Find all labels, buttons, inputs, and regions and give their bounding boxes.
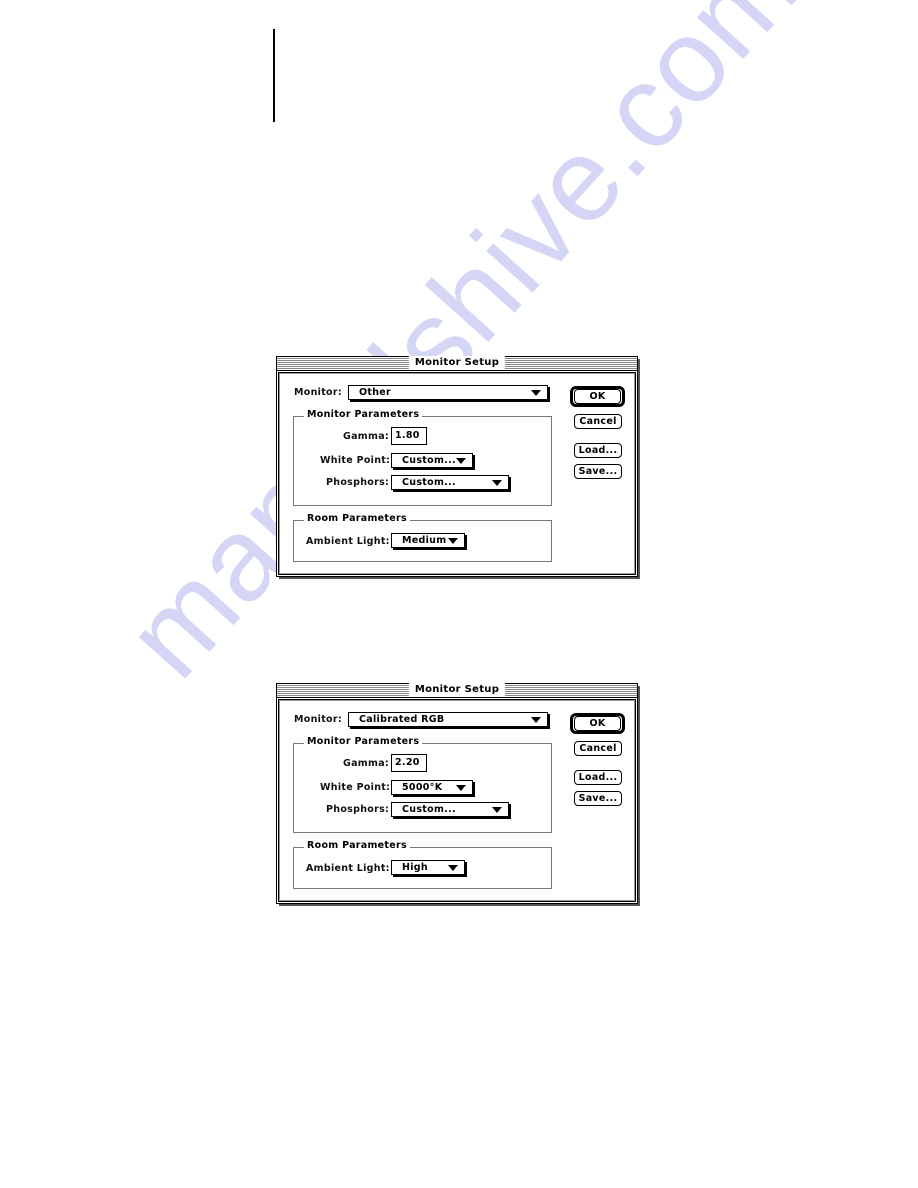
watermark: manualshive.com bbox=[100, 0, 824, 703]
monitor-value: Other bbox=[359, 387, 392, 398]
dropdown-arrow-icon bbox=[448, 538, 458, 544]
phosphors-label: Phosphors: bbox=[326, 477, 390, 488]
ambient-light-popup[interactable]: Medium bbox=[391, 533, 465, 548]
white-point-label: White Point: bbox=[320, 455, 391, 466]
dropdown-arrow-icon bbox=[456, 458, 466, 464]
gamma-label: Gamma: bbox=[343, 758, 390, 769]
dialog-title: Monitor Setup bbox=[408, 356, 506, 370]
room-parameters-legend: Room Parameters bbox=[304, 840, 410, 851]
white-point-popup[interactable]: Custom... bbox=[391, 453, 473, 468]
monitor-popup[interactable]: Calibrated RGB bbox=[348, 712, 548, 727]
ambient-light-value: High bbox=[402, 862, 428, 873]
monitor-setup-dialog-1: Monitor Setup Monitor: Other Monitor Par… bbox=[276, 356, 640, 579]
room-parameters-legend: Room Parameters bbox=[304, 513, 410, 524]
ambient-light-label: Ambient Light: bbox=[306, 536, 390, 547]
monitor-value: Calibrated RGB bbox=[359, 714, 445, 725]
ambient-light-popup[interactable]: High bbox=[391, 860, 465, 875]
ambient-light-value: Medium bbox=[402, 535, 447, 546]
monitor-label: Monitor: bbox=[294, 387, 342, 398]
dropdown-arrow-icon bbox=[448, 865, 458, 871]
save-button[interactable]: Save... bbox=[574, 464, 622, 479]
dropdown-arrow-icon bbox=[456, 785, 466, 791]
dropdown-arrow-icon bbox=[492, 480, 502, 486]
gamma-input[interactable]: 2.20 bbox=[391, 754, 427, 772]
dropdown-arrow-icon bbox=[531, 390, 541, 396]
save-button[interactable]: Save... bbox=[574, 791, 622, 806]
title-bar[interactable]: Monitor Setup bbox=[277, 683, 637, 698]
cancel-button[interactable]: Cancel bbox=[574, 741, 622, 756]
phosphors-popup[interactable]: Custom... bbox=[391, 802, 509, 817]
monitor-label: Monitor: bbox=[294, 714, 342, 725]
monitor-popup[interactable]: Other bbox=[348, 385, 548, 400]
ok-button[interactable]: OK bbox=[574, 716, 621, 731]
monitor-parameters-legend: Monitor Parameters bbox=[304, 736, 423, 747]
title-bar[interactable]: Monitor Setup bbox=[277, 356, 637, 371]
ambient-light-label: Ambient Light: bbox=[306, 863, 390, 874]
monitor-parameters-legend: Monitor Parameters bbox=[304, 409, 423, 420]
phosphors-popup[interactable]: Custom... bbox=[391, 475, 509, 490]
load-button[interactable]: Load... bbox=[574, 443, 622, 458]
white-point-value: Custom... bbox=[402, 455, 456, 466]
dropdown-arrow-icon bbox=[531, 717, 541, 723]
load-button[interactable]: Load... bbox=[574, 770, 622, 785]
phosphors-value: Custom... bbox=[402, 804, 456, 815]
ok-button[interactable]: OK bbox=[574, 389, 621, 404]
white-point-label: White Point: bbox=[320, 782, 391, 793]
monitor-setup-dialog-2: Monitor Setup Monitor: Calibrated RGB Mo… bbox=[276, 683, 640, 906]
white-point-value: 5000°K bbox=[402, 782, 443, 793]
dropdown-arrow-icon bbox=[492, 807, 502, 813]
ok-button-frame[interactable]: OK bbox=[570, 713, 625, 734]
ok-button-frame[interactable]: OK bbox=[570, 386, 625, 407]
phosphors-value: Custom... bbox=[402, 477, 456, 488]
white-point-popup[interactable]: 5000°K bbox=[391, 780, 473, 795]
cancel-button[interactable]: Cancel bbox=[574, 414, 622, 429]
dialog-title: Monitor Setup bbox=[408, 683, 506, 697]
gamma-label: Gamma: bbox=[343, 431, 390, 442]
gamma-input[interactable]: 1.80 bbox=[391, 427, 427, 445]
margin-bar bbox=[273, 29, 275, 122]
phosphors-label: Phosphors: bbox=[326, 804, 390, 815]
